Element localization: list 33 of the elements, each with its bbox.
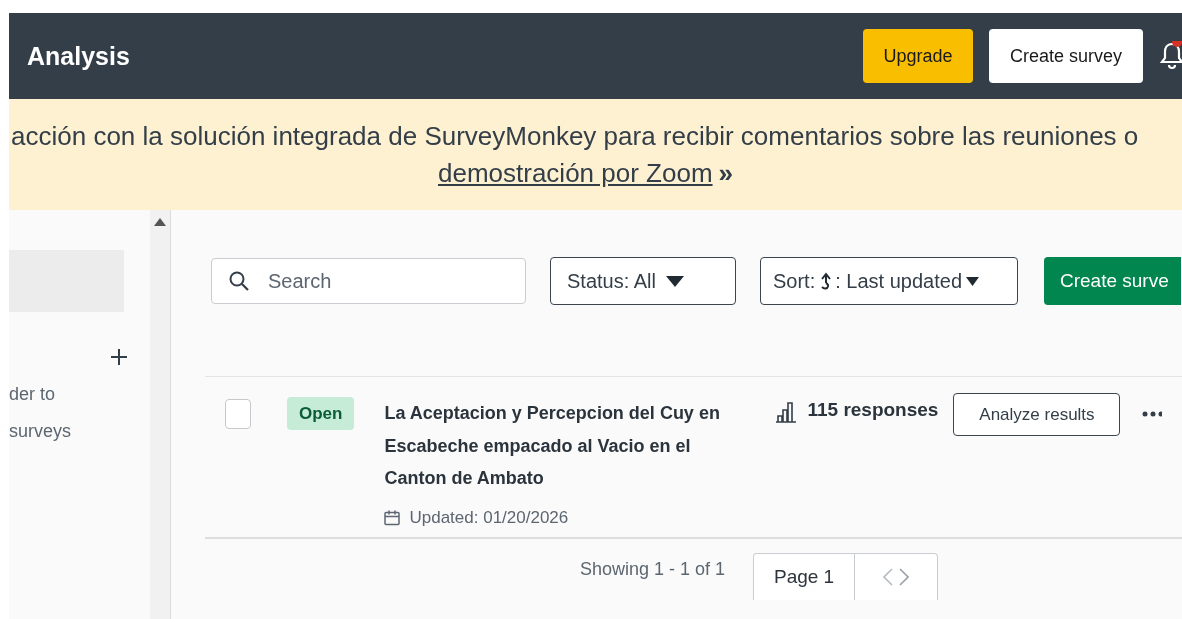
scrollbar[interactable] bbox=[150, 210, 171, 619]
add-icon[interactable] bbox=[110, 348, 128, 366]
banner-text: acción con la solución integrada de SurveyMonkey para recibir comentarios sobre las reuniones o bbox=[11, 120, 1139, 152]
zoom-demo-link[interactable]: demostración por Zoom bbox=[438, 157, 713, 189]
sort-dropdown[interactable]: Sort: : Last updated bbox=[760, 257, 1018, 305]
search-icon bbox=[229, 271, 249, 291]
page-indicator[interactable]: Page 1 bbox=[754, 553, 856, 600]
sort-order-icon bbox=[819, 271, 832, 291]
sidebar-hint-text: surveys bbox=[9, 420, 72, 443]
updated-date: Updated: 01/20/2026 bbox=[409, 507, 569, 528]
bell-icon[interactable] bbox=[1160, 41, 1182, 71]
analyze-results-button[interactable]: Analyze results bbox=[953, 393, 1121, 436]
response-count: 115 responses bbox=[807, 399, 939, 421]
search-field[interactable]: Search bbox=[211, 258, 526, 304]
more-options-icon[interactable] bbox=[1142, 411, 1163, 417]
scroll-up-icon[interactable] bbox=[154, 218, 166, 226]
upgrade-button[interactable]: Upgrade bbox=[863, 29, 973, 83]
chevron-text: » bbox=[718, 157, 733, 189]
survey-title-link[interactable]: La Aceptacion y Percepcion del Cuy en Escabeche empacado al Vacio en el Canton de Ambato bbox=[384, 397, 740, 495]
next-page-icon[interactable] bbox=[899, 567, 910, 586]
app-title: Analysis bbox=[27, 41, 131, 71]
create-survey-button[interactable]: Create survey bbox=[989, 29, 1143, 83]
caret-icon bbox=[966, 276, 980, 286]
row-checkbox[interactable] bbox=[225, 399, 251, 429]
bar-chart-icon bbox=[775, 401, 798, 423]
calendar-icon bbox=[384, 509, 401, 526]
create-survey-button[interactable]: Create surve bbox=[1044, 257, 1181, 305]
previous-page-icon[interactable] bbox=[883, 567, 894, 586]
sidebar-hint-text: der to bbox=[9, 383, 57, 406]
caret-icon bbox=[665, 275, 684, 287]
pagination-summary: Showing 1 - 1 of 1 bbox=[580, 558, 726, 580]
status-badge: Open bbox=[287, 397, 355, 430]
status-dropdown[interactable]: Status: All bbox=[550, 257, 736, 305]
